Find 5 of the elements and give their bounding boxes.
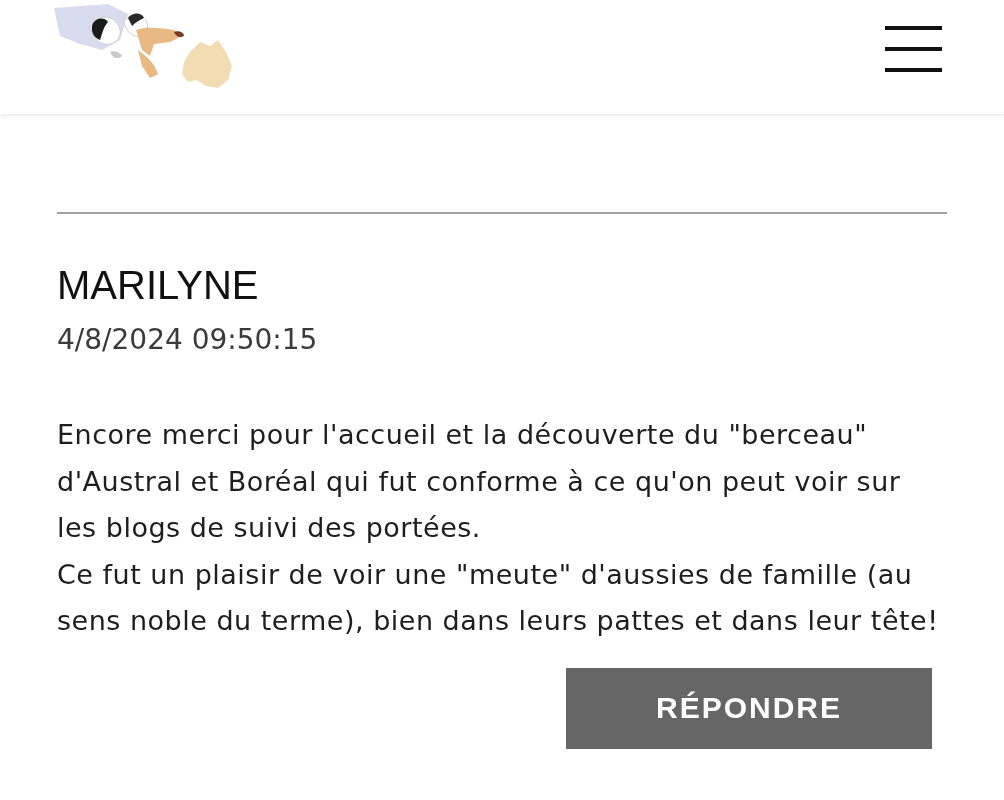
comment-date: 4/8/2024 09:50:15 — [57, 323, 319, 357]
reply-button[interactable]: RÉPONDRE — [566, 667, 932, 749]
comment-text: Encore merci pour l'accueil et la découverte du "berceau" d'Austral et Boréal qui fut conforme à ce qu'on peut voir sur les blogs de suivi des portées. — [57, 418, 902, 545]
comment-author: MARILYNE — [57, 263, 260, 307]
comment-text: Ce fut un plaisir de voir une "meute" d'aussies de famille (au sens noble du terme), bien dans leurs pattes et dans leur tête! — [57, 557, 940, 638]
